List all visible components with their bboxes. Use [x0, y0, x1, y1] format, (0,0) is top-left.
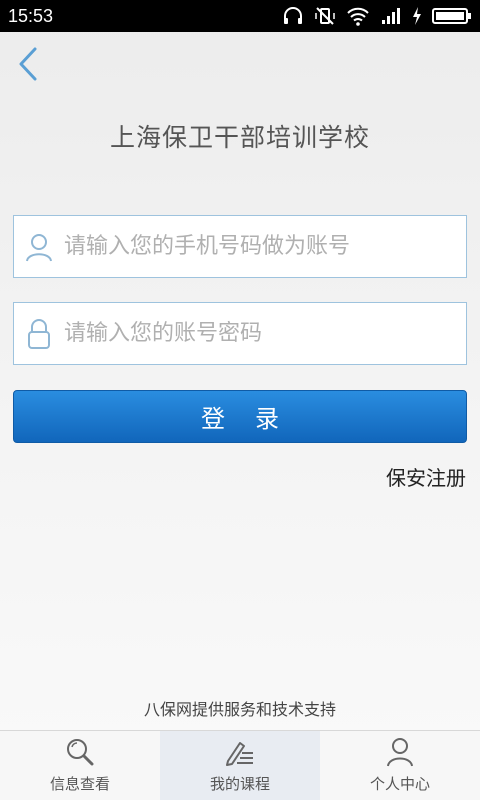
register-link[interactable]: 保安注册: [386, 462, 466, 491]
charging-icon: [413, 7, 421, 25]
person-icon: [387, 738, 413, 767]
password-input[interactable]: [64, 303, 466, 364]
phone-input[interactable]: [64, 216, 466, 277]
password-field[interactable]: [13, 302, 467, 365]
chevron-left-icon: [19, 47, 37, 81]
back-button[interactable]: [12, 44, 44, 84]
tab-info[interactable]: 信息查看: [0, 731, 160, 800]
edit-list-icon: [226, 742, 253, 766]
headphones-icon: [284, 7, 302, 24]
phone-field[interactable]: [13, 215, 467, 278]
tab-label: 我的课程: [209, 775, 270, 793]
lock-icon: [14, 318, 64, 350]
wifi-icon: [347, 7, 369, 26]
tab-bar: 信息查看 我的课程 个人中心: [0, 730, 480, 800]
status-time: 15:53: [8, 5, 54, 26]
login-button[interactable]: 登录: [13, 390, 467, 443]
tab-label: 信息查看: [49, 775, 110, 793]
user-icon: [14, 232, 64, 262]
footer-note: 八保网提供服务和技术支持: [143, 700, 336, 719]
status-icons: [282, 6, 472, 26]
page-title: 上海保卫干部培训学校: [109, 123, 370, 152]
search-icon: [67, 739, 94, 766]
signal-icon: [382, 8, 400, 24]
status-bar: 15:53: [0, 0, 480, 32]
tab-label: 个人中心: [369, 775, 430, 793]
tab-my-courses[interactable]: 我的课程: [160, 731, 320, 800]
vibrate-off-icon: [315, 7, 335, 25]
battery-icon: [432, 8, 471, 24]
tab-profile[interactable]: 个人中心: [320, 731, 480, 800]
